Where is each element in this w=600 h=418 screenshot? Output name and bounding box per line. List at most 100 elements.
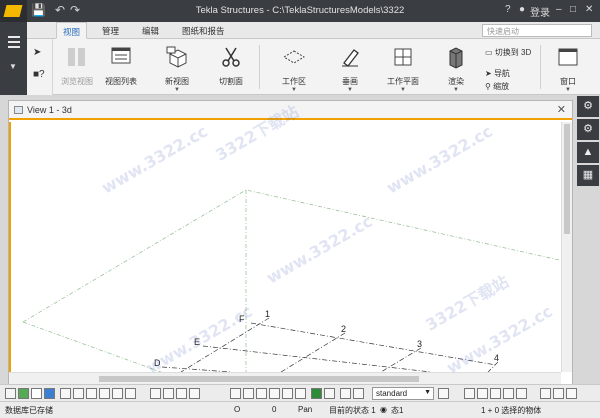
snap-button[interactable] xyxy=(503,388,514,399)
snap-button[interactable] xyxy=(125,388,136,399)
tab-drawings-reports[interactable]: 图纸和报告 xyxy=(182,25,225,37)
clip-plane-button[interactable]: 切割面 xyxy=(207,45,255,87)
zoom-button[interactable]: ⚲ 缩放 xyxy=(485,81,509,92)
browse-view-icon xyxy=(68,48,85,66)
help-button[interactable]: ? xyxy=(505,4,511,15)
snap-button[interactable] xyxy=(86,388,97,399)
snap-button[interactable] xyxy=(18,388,29,399)
apps-panel-icon[interactable]: ▦ xyxy=(577,165,599,186)
ribbon-separator xyxy=(259,45,260,89)
catalog-panel-icon[interactable]: ▲ xyxy=(577,142,599,163)
snap-button[interactable] xyxy=(31,388,42,399)
pen-icon xyxy=(342,49,359,67)
snap-button[interactable] xyxy=(176,388,187,399)
snap-button[interactable] xyxy=(44,388,55,399)
snap-button[interactable] xyxy=(566,388,577,399)
side-panel-dock: ⚙ ⚙ ▲ ▦ xyxy=(576,95,600,187)
status-mode: Pan xyxy=(298,405,313,414)
select-filter-icon[interactable]: ■? xyxy=(33,69,45,80)
minimize-button[interactable]: – xyxy=(556,4,562,15)
snap-button[interactable] xyxy=(353,388,364,399)
work-plane-icon xyxy=(394,48,412,66)
status-value: O xyxy=(234,405,241,414)
user-icon[interactable]: ● xyxy=(519,4,525,15)
model-canvas[interactable]: F E D 1 2 3 4 xyxy=(9,122,561,373)
status-state: 目前的状态 1 xyxy=(329,406,376,415)
select-pointer-icon[interactable]: ➤ xyxy=(33,47,41,58)
snap-button[interactable] xyxy=(230,388,241,399)
snap-button[interactable] xyxy=(540,388,551,399)
render-button[interactable]: 渲染 ▼ xyxy=(432,45,480,93)
collapse-arrow-icon[interactable]: ▼ xyxy=(9,62,17,71)
select-filter-combo[interactable]: standard ▼ xyxy=(372,387,434,400)
status-value: 0 xyxy=(272,405,277,414)
snap-button[interactable] xyxy=(5,388,16,399)
ribbon-separator xyxy=(540,45,541,89)
login-button[interactable]: 登录 xyxy=(530,4,550,19)
draw-button[interactable]: 垂画 ▼ xyxy=(326,45,374,93)
snap-button[interactable] xyxy=(553,388,564,399)
snap-button[interactable] xyxy=(150,388,161,399)
side-menu-bar: ▼ xyxy=(0,22,27,95)
work-area-edge xyxy=(22,321,162,373)
ribbon-tabs: 视图 管理 编辑 图纸和报告 快速启动 xyxy=(27,22,600,39)
tab-manage[interactable]: 管理 xyxy=(102,25,119,37)
vertical-scrollbar[interactable] xyxy=(561,122,572,372)
settings-panel-icon[interactable]: ⚙ xyxy=(577,119,599,140)
view-list-button[interactable]: 视图列表 xyxy=(97,45,145,87)
grid-label-1: 1 xyxy=(265,309,270,319)
snap-button[interactable] xyxy=(163,388,174,399)
snap-button[interactable] xyxy=(282,388,293,399)
browse-view-button[interactable]: 浏览视图 xyxy=(53,45,101,87)
maximize-button[interactable]: □ xyxy=(570,4,576,15)
view-icon xyxy=(14,106,23,114)
scissors-icon xyxy=(222,47,240,67)
view-title: View 1 - 3d xyxy=(27,105,72,115)
close-button[interactable]: ✕ xyxy=(585,4,593,15)
view-close-button[interactable]: ✕ xyxy=(557,103,566,116)
snap-button[interactable] xyxy=(73,388,84,399)
quick-launch-search[interactable]: 快速启动 xyxy=(482,24,592,37)
snap-button[interactable] xyxy=(324,388,335,399)
grid-label-4: 4 xyxy=(494,353,499,363)
window-button[interactable]: 窗口 ▼ xyxy=(544,45,592,93)
status-bar: 数据库已存储 O 0 Pan 目前的状态 1 ◉ 态1 1 + 0 选择的物体 xyxy=(0,401,600,418)
work-area-button[interactable]: 工作区 ▼ xyxy=(270,45,318,93)
snap-button[interactable] xyxy=(477,388,488,399)
snap-button[interactable] xyxy=(490,388,501,399)
work-area-icon xyxy=(283,50,305,64)
snap-button[interactable] xyxy=(60,388,71,399)
work-plane-button[interactable]: 工作平面 ▼ xyxy=(379,45,427,93)
grid-label-2: 2 xyxy=(341,324,346,334)
snap-button[interactable] xyxy=(340,388,351,399)
render-cube-icon xyxy=(449,47,463,69)
snap-button[interactable] xyxy=(516,388,527,399)
snap-button[interactable] xyxy=(99,388,110,399)
switch-3d-button[interactable]: ▭ 切换到 3D xyxy=(485,47,531,58)
snap-button[interactable] xyxy=(256,388,267,399)
grid-line-2 xyxy=(280,332,346,373)
ribbon-panel: 浏览视图 视图列表 新视图 ▼ 切割面 工作区 ▼ 垂画 ▼ 工作平面 ▼ 渲染… xyxy=(27,39,600,95)
snap-button[interactable] xyxy=(438,388,449,399)
horizontal-scrollbar[interactable] xyxy=(9,372,561,384)
tab-edit[interactable]: 编辑 xyxy=(142,25,159,37)
snap-button[interactable] xyxy=(269,388,280,399)
snap-button[interactable] xyxy=(311,388,322,399)
properties-panel-icon[interactable]: ⚙ xyxy=(577,96,599,117)
snap-button[interactable] xyxy=(112,388,123,399)
title-bar: 💾 ↶ ↷ Tekla Structures - C:\TeklaStructu… xyxy=(0,0,600,22)
tab-view[interactable]: 视图 xyxy=(56,22,88,39)
status-state2: 态1 xyxy=(391,406,404,415)
snap-button[interactable] xyxy=(243,388,254,399)
navigate-button[interactable]: ➤ 导航 xyxy=(485,68,510,79)
grid-line-3 xyxy=(380,347,422,373)
selection-tools: ➤ ■? xyxy=(27,39,53,95)
snap-button[interactable] xyxy=(189,388,200,399)
new-view-icon xyxy=(166,46,187,68)
snap-button[interactable] xyxy=(464,388,475,399)
new-view-button[interactable]: 新视图 ▼ xyxy=(153,45,201,93)
view-list-icon xyxy=(111,47,131,64)
snap-button[interactable] xyxy=(295,388,306,399)
hamburger-menu-icon[interactable] xyxy=(8,36,20,51)
snap-toolbar: standard ▼ xyxy=(0,384,600,401)
